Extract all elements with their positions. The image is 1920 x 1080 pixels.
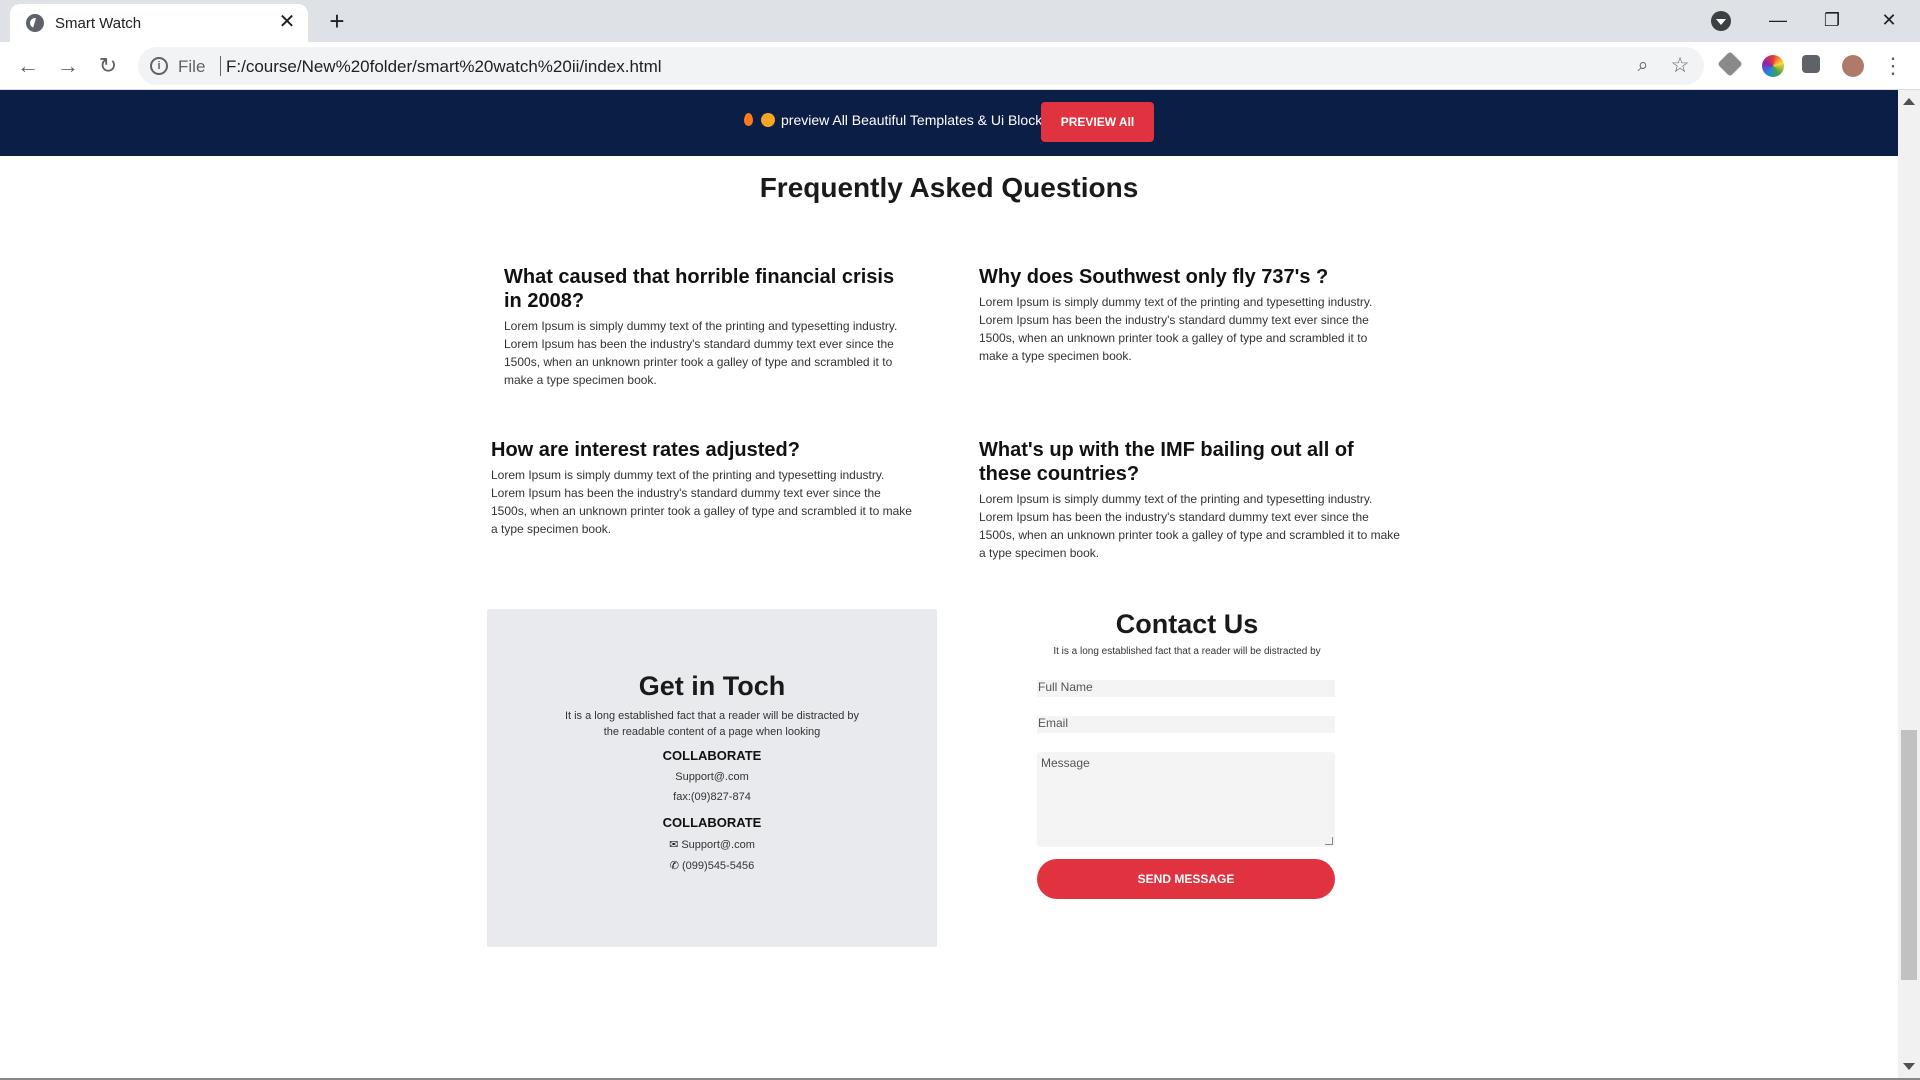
scroll-down-arrow-icon[interactable] xyxy=(1903,1063,1915,1070)
smile-icon xyxy=(761,113,775,127)
eyedropper-extension-icon[interactable] xyxy=(1717,51,1743,77)
puzzle-icon[interactable] xyxy=(1802,55,1820,73)
info-icon[interactable]: i xyxy=(150,57,168,75)
reload-icon[interactable]: ↻ xyxy=(92,50,124,82)
preview-all-button[interactable]: PREVIEW All xyxy=(1041,102,1154,142)
minimize-button[interactable]: — xyxy=(1755,4,1801,36)
close-icon[interactable]: ✕ xyxy=(276,11,298,33)
get-in-touch-title: Get in Toch xyxy=(638,671,786,701)
star-icon[interactable]: ☆ xyxy=(1668,54,1692,78)
message-field[interactable]: Message xyxy=(1037,752,1335,847)
promo-banner: preview All Beautiful Templates & Ui Blo… xyxy=(0,90,1898,156)
address-bar[interactable]: i File F:/course/New%20folder/smart%20wa… xyxy=(138,47,1704,85)
faq-question: What's up with the IMF bailing out all o… xyxy=(979,439,1354,485)
url-separator xyxy=(220,56,221,76)
page-scrollbar[interactable] xyxy=(1898,90,1920,1078)
contact-title: Contact Us xyxy=(1115,609,1259,639)
page-viewport: preview All Beautiful Templates & Ui Blo… xyxy=(0,90,1898,1078)
browser-menu-icon[interactable]: ⋮ xyxy=(1882,52,1904,80)
tab-title: Smart Watch xyxy=(55,15,142,32)
window-close-button[interactable]: ✕ xyxy=(1866,4,1912,36)
faq-title: Frequently Asked Questions xyxy=(759,172,1139,203)
fire-icon xyxy=(744,113,753,126)
faq-answer: Lorem Ipsum is simply dummy text of the … xyxy=(491,468,912,536)
collaborate-heading: COLLABORATE xyxy=(662,748,762,763)
url-scheme-label: File xyxy=(178,57,206,76)
avatar[interactable] xyxy=(1842,55,1864,77)
tab-bar: Smart Watch ✕ + — ❐ ✕ xyxy=(0,0,1920,42)
browser-tab[interactable]: Smart Watch ✕ xyxy=(10,4,308,42)
faq-question: Why does Southwest only fly 737's ? xyxy=(979,266,1329,288)
maximize-button[interactable]: ❐ xyxy=(1809,4,1855,36)
faq-answer: Lorem Ipsum is simply dummy text of the … xyxy=(504,319,898,387)
support-email: Support@.com xyxy=(681,839,755,851)
color-extension-icon[interactable] xyxy=(1762,55,1784,77)
forward-arrow-icon[interactable]: → xyxy=(52,50,84,82)
faq-question: How are interest rates adjusted? xyxy=(491,439,800,461)
faq-item: What's up with the IMF bailing out all o… xyxy=(979,438,1404,562)
url-text[interactable]: F:/course/New%20folder/smart%20watch%20i… xyxy=(226,57,662,77)
faq-answer: Lorem Ipsum is simply dummy text of the … xyxy=(979,295,1373,363)
faq-item: How are interest rates adjusted? Lorem I… xyxy=(491,438,916,538)
fax-number: fax:(09)827-874 xyxy=(673,791,751,803)
zoom-icon[interactable]: ⌕ xyxy=(1632,55,1654,77)
tab-search-icon[interactable] xyxy=(1711,11,1731,31)
full-name-field[interactable]: Full Name xyxy=(1037,680,1335,697)
get-in-touch-subtitle: It is a long established fact that a rea… xyxy=(564,710,860,738)
scroll-up-arrow-icon[interactable] xyxy=(1903,98,1915,105)
globe-icon xyxy=(26,14,44,32)
contact-form: Contact Us It is a long established fact… xyxy=(1037,609,1337,899)
faq-item: What caused that horrible financial cris… xyxy=(504,265,904,389)
phone-icon: ✆ xyxy=(669,860,680,872)
support-email-row[interactable]: ✉ Support@.com xyxy=(487,838,937,851)
support-email[interactable]: Support@.com xyxy=(487,771,937,783)
faq-item: Why does Southwest only fly 737's ? Lore… xyxy=(979,265,1379,365)
envelope-icon: ✉ xyxy=(669,839,679,851)
promo-text: preview All Beautiful Templates & Ui Blo… xyxy=(781,112,1050,128)
send-message-button[interactable]: SEND MESSAGE xyxy=(1037,859,1335,899)
promo-text-wrap: preview All Beautiful Templates & Ui Blo… xyxy=(744,112,1049,128)
collaborate-heading: COLLABORATE xyxy=(662,815,762,830)
get-in-touch-card: Get in Toch It is a long established fac… xyxy=(487,609,937,947)
faq-question: What caused that horrible financial cris… xyxy=(504,266,895,312)
phone-row[interactable]: ✆ (099)545-5456 xyxy=(487,859,937,872)
email-field[interactable]: Email xyxy=(1037,716,1335,733)
browser-toolbar: ← → ↻ i File F:/course/New%20folder/smar… xyxy=(0,42,1920,90)
contact-subtitle: It is a long established fact that a rea… xyxy=(1053,646,1321,657)
phone-number: (099)545-5456 xyxy=(682,860,755,872)
back-arrow-icon[interactable]: ← xyxy=(12,50,44,82)
new-tab-button[interactable]: + xyxy=(322,6,352,36)
faq-answer: Lorem Ipsum is simply dummy text of the … xyxy=(979,492,1400,560)
scrollbar-thumb[interactable] xyxy=(1901,730,1917,980)
